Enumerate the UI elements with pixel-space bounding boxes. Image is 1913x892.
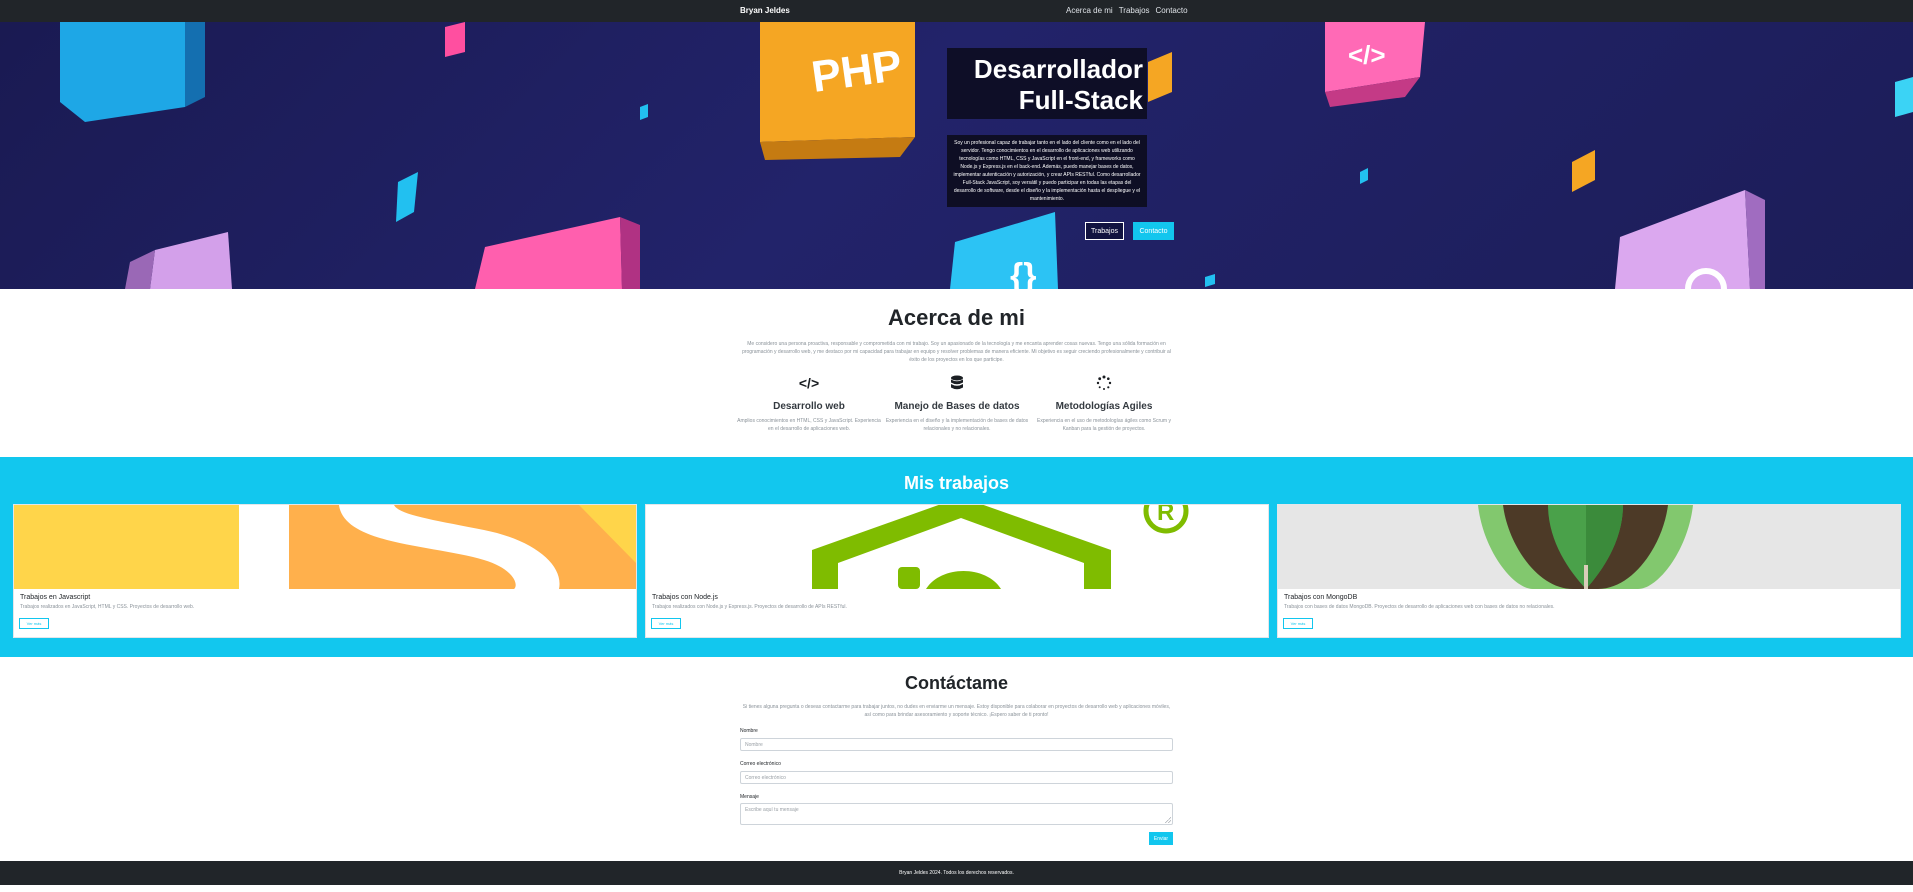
work-card-nodejs: R Trabajos con Node.js Trabajos realizad…	[645, 504, 1269, 638]
footer: Bryan Jeldes 2024. Todos los derechos re…	[0, 861, 1913, 885]
card-title: Trabajos con Node.js	[652, 594, 718, 601]
nodejs-card-image: R	[646, 505, 1268, 589]
code-tag-badge: </>	[1348, 40, 1386, 70]
hero-title-line1: Desarrollador	[973, 54, 1143, 84]
contact-text: Si tienes alguna pregunta o deseas conta…	[742, 704, 1171, 718]
feature-title: Manejo de Bases de datos	[894, 401, 1020, 412]
card-text: Trabajos con bases de datos MongoDB. Pro…	[1284, 604, 1555, 610]
about-text: Me considero una persona proactiva, resp…	[742, 341, 1171, 363]
card-title: Trabajos con MongoDB	[1284, 594, 1358, 601]
nav-links: Acerca de mi Trabajos Contacto	[1066, 6, 1188, 15]
send-button[interactable]: Enviar	[1149, 832, 1173, 845]
brand-logo[interactable]: Bryan Jeldes	[740, 6, 790, 15]
message-textarea[interactable]: Escribe aquí tu mensaje	[740, 803, 1173, 825]
feature-title: Metodologías Agiles	[1055, 401, 1153, 412]
nav-link-contact[interactable]: Contacto	[1156, 6, 1188, 15]
card-title: Trabajos en Javascript	[20, 594, 91, 601]
work-card-javascript: Trabajos en Javascript Trabajos realizad…	[13, 504, 637, 638]
message-placeholder: Escribe aquí tu mensaje	[745, 807, 799, 813]
hero-section: PHP </> {} Desarrollador Full-Stack Soy …	[0, 22, 1913, 289]
nav-link-about[interactable]: Acerca de mi	[1066, 6, 1113, 15]
feature-databases: Manejo de Bases de datos Experiencia en …	[882, 375, 1032, 433]
hero-description: Soy un profesional capaz de trabajar tan…	[947, 135, 1147, 207]
hero-title-box: Desarrollador Full-Stack	[947, 48, 1147, 119]
feature-text: Experiencia en el uso de metodologías ág…	[1037, 418, 1171, 432]
contact-button[interactable]: Contacto	[1133, 222, 1174, 240]
footer-text: Bryan Jeldes 2024. Todos los derechos re…	[899, 870, 1014, 876]
feature-text: Experiencia en el diseño y la implementa…	[885, 418, 1029, 432]
message-label: Mensaje	[740, 794, 759, 800]
view-more-button[interactable]: Ver más	[651, 618, 681, 629]
database-icon	[882, 375, 1032, 395]
works-title: Mis trabajos	[903, 473, 1010, 493]
work-card-mongodb: Trabajos con MongoDB Trabajos con bases …	[1277, 504, 1901, 638]
works-button[interactable]: Trabajos	[1085, 222, 1124, 240]
works-section: Mis trabajos Trabajos en Javascript Trab…	[0, 457, 1913, 657]
mongodb-card-image	[1278, 505, 1900, 589]
email-input[interactable]: Correo electrónico	[740, 771, 1173, 784]
code-icon: </>	[798, 375, 820, 391]
feature-agile: Metodologías Agiles Experiencia en el us…	[1029, 375, 1179, 433]
svg-text:R: R	[1157, 505, 1174, 526]
feature-text: Amplios conocimientos en HTML, CSS y Jav…	[737, 418, 881, 432]
hero-title-line2: Full-Stack	[1018, 85, 1143, 115]
name-input[interactable]: Nombre	[740, 738, 1173, 751]
javascript-card-image	[14, 505, 636, 589]
card-text: Trabajos realizados en JavaScript, HTML …	[20, 604, 195, 610]
email-label: Correo electrónico	[740, 761, 781, 767]
spinner-icon	[1029, 375, 1179, 395]
name-label: Nombre	[740, 728, 758, 734]
nav-link-works[interactable]: Trabajos	[1119, 6, 1150, 15]
view-more-button[interactable]: Ver más	[19, 618, 49, 629]
view-more-button[interactable]: Ver más	[1283, 618, 1313, 629]
feature-web-dev: </> Desarrollo web Amplios conocimientos…	[734, 375, 884, 433]
resize-handle[interactable]	[1165, 817, 1171, 823]
contact-title: Contáctame	[904, 673, 1009, 693]
about-title: Acerca de mi	[888, 305, 1025, 330]
navbar: Bryan Jeldes Acerca de mi Trabajos Conta…	[0, 0, 1913, 22]
card-text: Trabajos realizados con Node.js y Expres…	[652, 604, 847, 610]
braces-badge: {}	[1010, 257, 1036, 289]
feature-title: Desarrollo web	[773, 401, 845, 412]
